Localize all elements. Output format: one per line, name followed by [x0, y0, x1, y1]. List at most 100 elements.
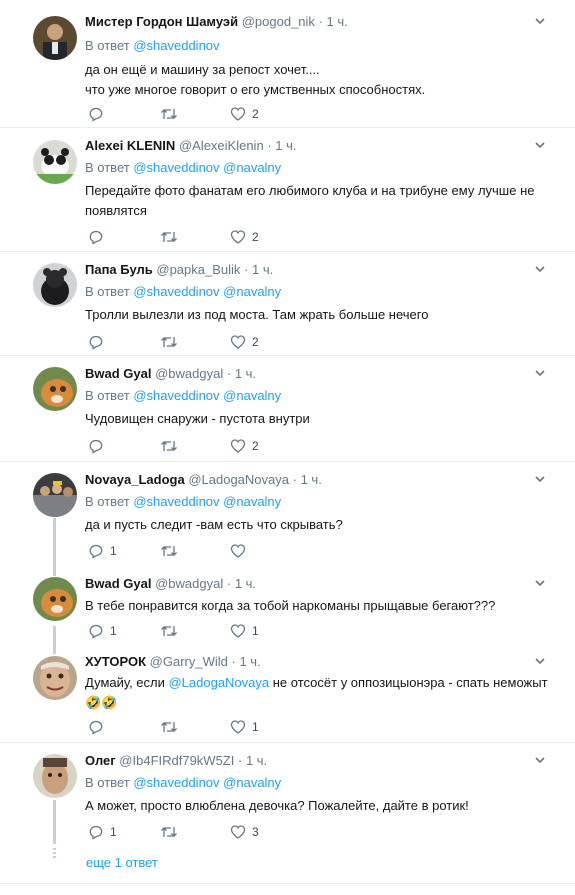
- author-handle[interactable]: @papka_Bulik: [156, 262, 240, 277]
- mention-link[interactable]: @shaveddinov: [133, 160, 219, 175]
- timestamp[interactable]: 1 ч.: [275, 138, 296, 153]
- reply-icon: [89, 107, 103, 122]
- author-handle[interactable]: @pogod_nik: [242, 14, 315, 29]
- author-name[interactable]: Bwad Gyal: [85, 576, 151, 591]
- avatar[interactable]: [33, 367, 77, 411]
- tweet-4[interactable]: Bwad Gyal @bwadgyal · 1 ч. В ответ @shav…: [0, 356, 575, 461]
- retweet-button[interactable]: [160, 541, 184, 561]
- timestamp[interactable]: 1 ч.: [301, 472, 322, 487]
- chevron-down-icon[interactable]: [533, 472, 547, 486]
- retweet-button[interactable]: [160, 104, 184, 124]
- author-handle[interactable]: @LadogaNovaya: [188, 472, 289, 487]
- mention-link[interactable]: @shaveddinov: [133, 494, 219, 509]
- timestamp[interactable]: 1 ч.: [235, 576, 256, 591]
- mention-link[interactable]: @shaveddinov: [133, 775, 219, 790]
- tweet-text-line: Передайте фото фанатам его любимого клуб…: [85, 183, 535, 198]
- like-button[interactable]: [230, 541, 252, 561]
- reply-button[interactable]: [88, 717, 110, 737]
- author-handle[interactable]: @bwadgyal: [155, 576, 223, 591]
- avatar[interactable]: [33, 754, 77, 798]
- tweet-8[interactable]: Олег @Ib4FIRdf79kW5ZI · 1 ч. В ответ @sh…: [0, 743, 575, 883]
- timestamp[interactable]: 1 ч.: [327, 14, 348, 29]
- retweet-button[interactable]: [160, 717, 184, 737]
- mention-link[interactable]: @shaveddinov: [133, 38, 219, 53]
- like-button[interactable]: 1: [230, 621, 259, 641]
- retweet-icon: [161, 626, 177, 636]
- like-button[interactable]: 2: [230, 332, 259, 352]
- retweet-button[interactable]: [160, 822, 184, 842]
- reply-button[interactable]: [88, 332, 110, 352]
- avatar[interactable]: [33, 140, 77, 184]
- reply-button[interactable]: 1: [88, 541, 117, 561]
- avatar[interactable]: [33, 16, 77, 60]
- retweet-icon: [161, 441, 177, 451]
- retweet-button[interactable]: [160, 227, 184, 247]
- tweet-5[interactable]: Novaya_Ladoga @LadogaNovaya · 1 ч. В отв…: [0, 462, 575, 570]
- author-handle[interactable]: @Ib4FIRdf79kW5ZI: [119, 753, 234, 768]
- tweet-text-line: да он ещё и машину за репост хочет....: [85, 62, 320, 77]
- like-button[interactable]: 3: [230, 822, 259, 842]
- reply-icon: [89, 720, 103, 735]
- show-more-replies-link[interactable]: еще 1 ответ: [86, 855, 158, 870]
- author-name[interactable]: Олег: [85, 753, 116, 768]
- tweet-7[interactable]: ХУТОРОК @Garry_Wild · 1 ч. Думайу, если …: [0, 646, 575, 742]
- heart-icon: [230, 335, 246, 349]
- mention-link[interactable]: @navalny: [223, 160, 281, 175]
- avatar[interactable]: [33, 656, 77, 700]
- mention-link[interactable]: @shaveddinov: [133, 388, 219, 403]
- author-handle[interactable]: @Garry_Wild: [150, 654, 228, 669]
- avatar[interactable]: [33, 473, 77, 517]
- tweet-text-line: появлятся: [85, 203, 147, 218]
- retweet-icon: [161, 546, 177, 556]
- author-name[interactable]: ХУТОРОК: [85, 654, 146, 669]
- mention-link[interactable]: @navalny: [223, 388, 281, 403]
- reply-button[interactable]: 1: [88, 822, 117, 842]
- like-button[interactable]: 2: [230, 104, 259, 124]
- author-name[interactable]: Мистер Гордон Шамуэй: [85, 14, 238, 29]
- tweet-6[interactable]: Bwad Gyal @bwadgyal · 1 ч. В тебе понрав…: [0, 570, 575, 646]
- timestamp[interactable]: 1 ч.: [235, 366, 256, 381]
- retweet-button[interactable]: [160, 436, 184, 456]
- mention-link[interactable]: @LadogaNovaya: [168, 675, 269, 690]
- mention-link[interactable]: @navalny: [223, 494, 281, 509]
- author-name[interactable]: Novaya_Ladoga: [85, 472, 185, 487]
- like-button[interactable]: 1: [230, 717, 259, 737]
- heart-icon: [230, 720, 246, 734]
- tweet-text-line: В тебе понравится когда за тобой наркома…: [85, 598, 496, 613]
- timestamp[interactable]: 1 ч.: [252, 262, 273, 277]
- timestamp[interactable]: 1 ч.: [239, 654, 260, 669]
- chevron-down-icon[interactable]: [533, 576, 547, 590]
- tweet-2[interactable]: Alexei KLENIN @AlexeiKlenin · 1 ч. В отв…: [0, 128, 575, 251]
- avatar[interactable]: [33, 263, 77, 307]
- chevron-down-icon[interactable]: [533, 138, 547, 152]
- reply-button[interactable]: 1: [88, 621, 117, 641]
- reply-icon: [89, 825, 103, 840]
- like-button[interactable]: 2: [230, 436, 259, 456]
- tweet-1[interactable]: Мистер Гордон Шамуэй @pogod_nik · 1 ч. В…: [0, 0, 575, 127]
- retweet-button[interactable]: [160, 332, 184, 352]
- chevron-down-icon[interactable]: [533, 753, 547, 767]
- author-name[interactable]: Alexei KLENIN: [85, 138, 175, 153]
- avatar[interactable]: [33, 577, 77, 621]
- reply-icon: [89, 624, 103, 639]
- author-name[interactable]: Папа Буль: [85, 262, 153, 277]
- chevron-down-icon[interactable]: [533, 654, 547, 668]
- mention-link[interactable]: @navalny: [223, 284, 281, 299]
- author-name[interactable]: Bwad Gyal: [85, 366, 151, 381]
- like-button[interactable]: 2: [230, 227, 259, 247]
- divider: [0, 883, 575, 884]
- chevron-down-icon[interactable]: [533, 366, 547, 380]
- reply-label: В ответ: [85, 775, 130, 790]
- mention-link[interactable]: @shaveddinov: [133, 284, 219, 299]
- mention-link[interactable]: @navalny: [223, 775, 281, 790]
- reply-button[interactable]: [88, 104, 110, 124]
- retweet-button[interactable]: [160, 621, 184, 641]
- author-handle[interactable]: @bwadgyal: [155, 366, 223, 381]
- reply-button[interactable]: [88, 227, 110, 247]
- tweet-3[interactable]: Папа Буль @papka_Bulik · 1 ч. В ответ @s…: [0, 252, 575, 355]
- chevron-down-icon[interactable]: [533, 262, 547, 276]
- timestamp[interactable]: 1 ч.: [246, 753, 267, 768]
- chevron-down-icon[interactable]: [533, 14, 547, 28]
- reply-button[interactable]: [88, 436, 110, 456]
- author-handle[interactable]: @AlexeiKlenin: [179, 138, 264, 153]
